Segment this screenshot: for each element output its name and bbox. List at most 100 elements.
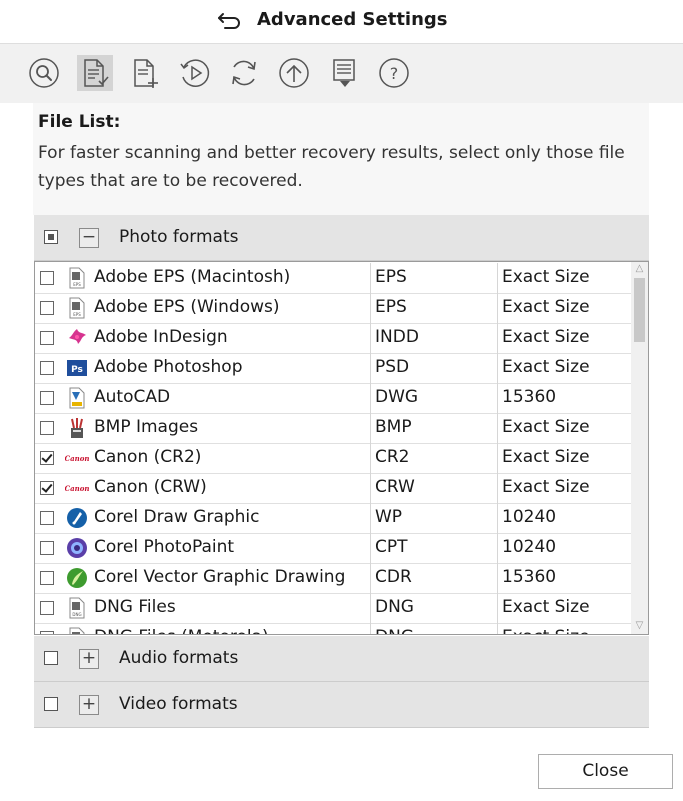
table-row[interactable]: EPS Adobe EPS (Windows) EPS Exact Size [35,293,631,324]
group-header-video[interactable]: + Video formats [34,682,649,728]
resume-recovery-icon[interactable] [177,55,213,91]
table-row[interactable]: Corel PhotoPaint CPT 10240 [35,533,631,564]
toolbar: ? [0,44,683,103]
file-type-name: Adobe Photoshop [94,357,243,377]
group-checkbox-photo[interactable] [44,230,58,244]
row-checkbox[interactable] [40,571,54,585]
table-row[interactable]: Adobe InDesign INDD Exact Size [35,323,631,354]
file-type-name: DNG Files [94,597,176,617]
close-button[interactable]: Close [538,754,673,789]
table-row[interactable]: BMP Images BMP Exact Size [35,413,631,444]
row-checkbox[interactable] [40,391,54,405]
table-row[interactable]: Canon Canon (CR2) CR2 Exact Size [35,443,631,474]
row-checkbox[interactable] [40,451,54,465]
group-header-photo[interactable]: − Photo formats [34,215,649,261]
name-cell: DNG DNG Files [35,593,371,623]
list-scrollbar[interactable]: △ ▽ [631,262,648,634]
file-extension: CRW [375,477,415,497]
group-checkbox-audio[interactable] [44,651,58,665]
file-size: Exact Size [502,627,590,634]
name-cell: Adobe InDesign [35,323,371,353]
coreldraw-icon [65,506,89,530]
table-row[interactable]: Canon Canon (CRW) CRW Exact Size [35,473,631,504]
row-checkbox[interactable] [40,511,54,525]
extension-cell: DNG [371,623,498,634]
row-checkbox[interactable] [40,301,54,315]
photoshop-icon: Ps [65,356,89,380]
group-label-photo: Photo formats [119,227,239,247]
row-checkbox[interactable] [40,631,54,634]
scroll-up-arrow-icon[interactable]: △ [631,262,648,276]
help-icon[interactable]: ? [376,55,412,91]
bookmark-icon[interactable] [326,55,362,91]
extension-cell: CRW [371,473,498,503]
size-cell: Exact Size [498,413,631,443]
file-extension: EPS [375,297,407,317]
file-extension: DNG [375,597,414,617]
group-header-audio[interactable]: + Audio formats [34,636,649,682]
file-extension: CPT [375,537,408,557]
scroll-down-arrow-icon[interactable]: ▽ [631,619,648,633]
name-cell: EPS Adobe EPS (Windows) [35,293,371,323]
table-row[interactable]: DNG DNG Files DNG Exact Size [35,593,631,624]
file-list-icon[interactable] [77,55,113,91]
scroll-thumb[interactable] [634,278,645,342]
file-extension: CR2 [375,447,410,467]
name-cell: Corel PhotoPaint [35,533,371,563]
row-checkbox[interactable] [40,361,54,375]
row-checkbox[interactable] [40,601,54,615]
file-size: Exact Size [502,297,590,317]
file-type-name: Canon (CRW) [94,477,207,497]
file-type-name: Corel PhotoPaint [94,537,235,557]
size-cell: Exact Size [498,263,631,293]
name-cell: BMP Images [35,413,371,443]
row-checkbox[interactable] [40,271,54,285]
refresh-icon[interactable] [226,55,262,91]
size-cell: Exact Size [498,293,631,323]
table-row[interactable]: DNG DNG Files (Motorola) DNG Exact Size [35,623,631,634]
file-size: 10240 [502,537,557,557]
table-row[interactable]: Corel Vector Graphic Drawing CDR 15360 [35,563,631,594]
file-size: Exact Size [502,597,590,617]
table-row[interactable]: AutoCAD DWG 15360 [35,383,631,414]
file-type-name: Adobe EPS (Macintosh) [94,267,291,287]
size-cell: Exact Size [498,473,631,503]
file-extension: DWG [375,387,419,407]
corel-vector-icon [65,566,89,590]
extension-cell: DWG [371,383,498,413]
extension-cell: WP [371,503,498,533]
row-checkbox[interactable] [40,421,54,435]
file-extension: WP [375,507,403,527]
table-row[interactable]: EPS Adobe EPS (Macintosh) EPS Exact Size [35,263,631,294]
search-icon[interactable] [26,55,62,91]
size-cell: 15360 [498,563,631,593]
file-list-description: For faster scanning and better recovery … [38,143,625,191]
table-row[interactable]: Corel Draw Graphic WP 10240 [35,503,631,534]
svg-text:DNG: DNG [72,612,81,617]
row-checkbox[interactable] [40,481,54,495]
canon-logo-icon: Canon [65,476,89,500]
file-type-name: Adobe EPS (Windows) [94,297,280,317]
expand-toggle-video[interactable]: + [79,695,99,715]
row-checkbox[interactable] [40,541,54,555]
eps-file-icon: EPS [65,266,89,290]
upload-icon[interactable] [276,55,312,91]
file-type-name: Adobe InDesign [94,327,228,347]
file-type-rows: EPS Adobe EPS (Macintosh) EPS Exact Size EPS… [35,262,631,634]
file-extension: EPS [375,267,407,287]
expand-toggle-audio[interactable]: + [79,649,99,669]
extension-cell: EPS [371,293,498,323]
name-cell: Corel Vector Graphic Drawing [35,563,371,593]
file-list-description-panel: File List: For faster scanning and bette… [33,103,649,215]
row-checkbox[interactable] [40,331,54,345]
autocad-icon [65,386,89,410]
photo-formats-list: EPS Adobe EPS (Macintosh) EPS Exact Size EPS… [34,261,649,635]
add-file-icon[interactable] [127,55,163,91]
group-checkbox-video[interactable] [44,697,58,711]
table-row[interactable]: Ps Adobe Photoshop PSD Exact Size [35,353,631,384]
file-type-name: BMP Images [94,417,199,437]
collapse-toggle-photo[interactable]: − [79,228,99,248]
back-arrow-icon[interactable] [217,10,243,30]
size-cell: 10240 [498,503,631,533]
file-extension: PSD [375,357,410,377]
